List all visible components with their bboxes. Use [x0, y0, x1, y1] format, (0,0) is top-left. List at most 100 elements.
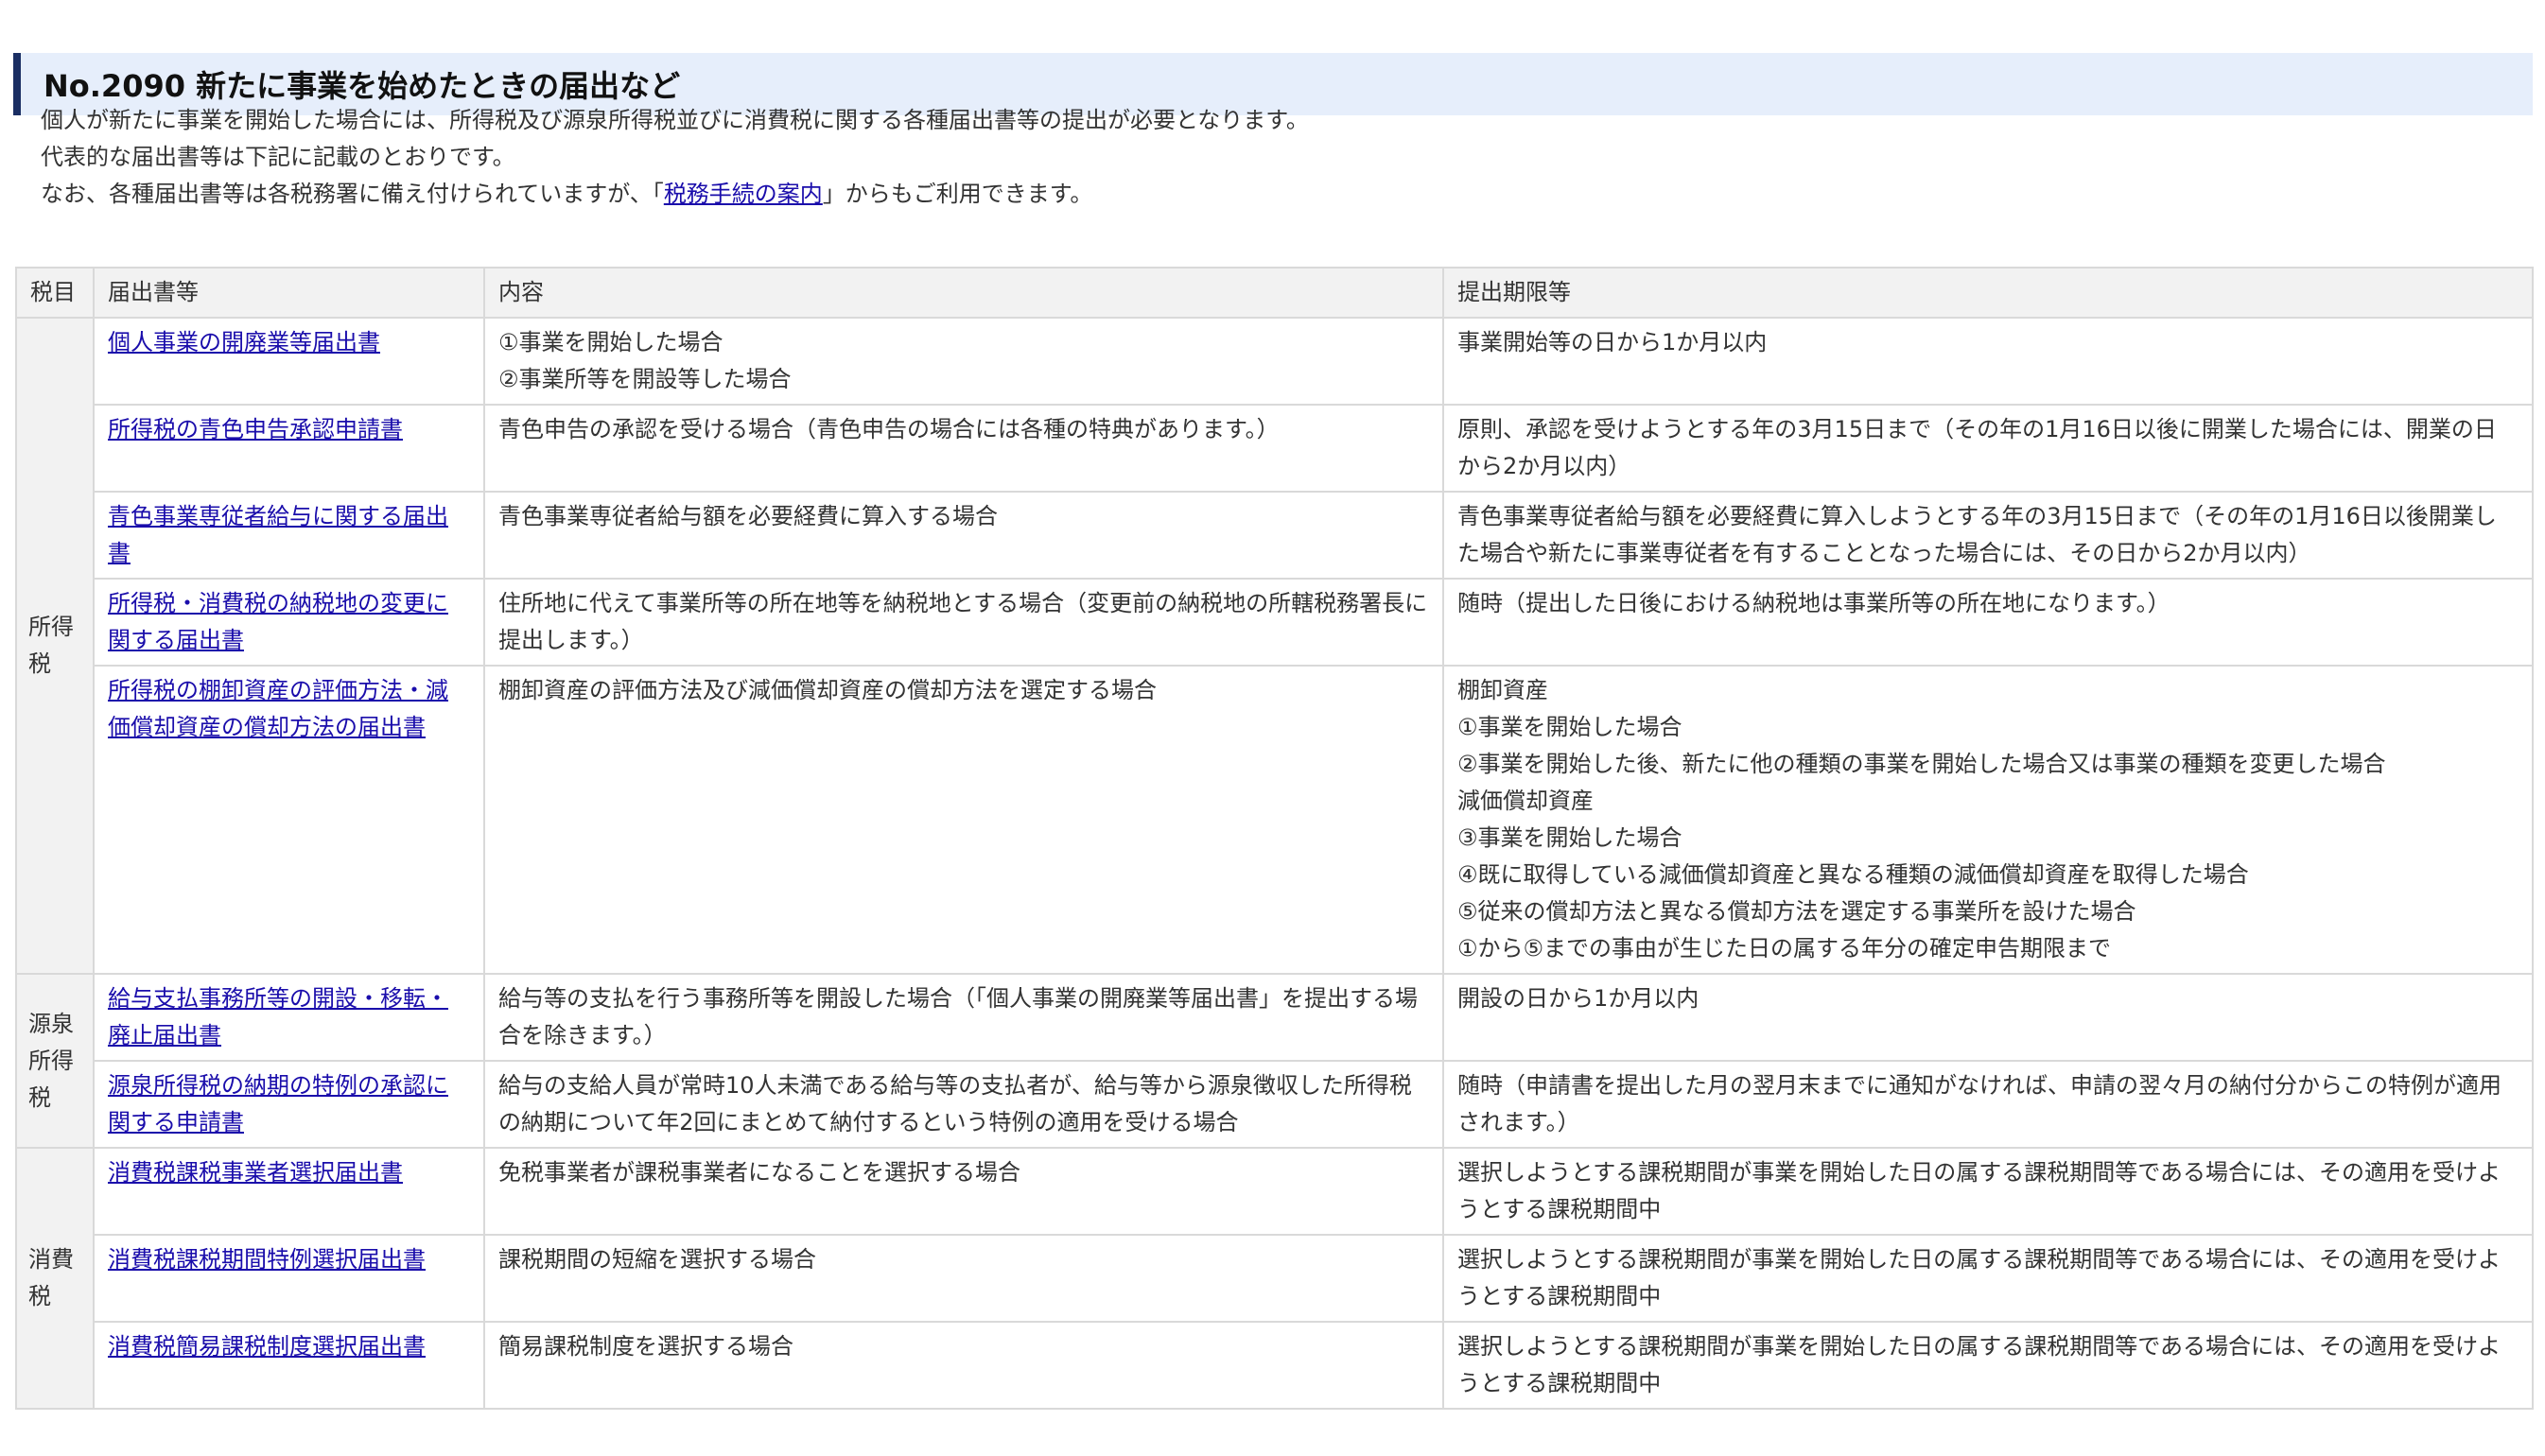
- intro-line: 個人が新たに事業を開始した場合には、所得税及び源泉所得税並びに消費税に関する各種…: [41, 107, 1309, 133]
- form-link[interactable]: 青色事業専従者給与に関する届出書: [108, 503, 448, 566]
- content-cell: ①事業を開始した場合 ②事業所等を開設等した場合: [483, 317, 1444, 406]
- deadline-text: 事業開始等の日から1か月以内: [1457, 329, 1768, 355]
- form-cell: 所得税の棚卸資産の評価方法・減価償却資産の償却方法の届出書: [93, 665, 485, 975]
- form-cell: 所得税・消費税の納税地の変更に関する届出書: [93, 578, 485, 667]
- form-link[interactable]: 消費税課税事業者選択届出書: [108, 1159, 403, 1186]
- table-row: 所得税の棚卸資産の評価方法・減価償却資産の償却方法の届出書 棚卸資産の評価方法及び…: [16, 665, 2534, 975]
- deadline-text: ③事業を開始した場合: [1457, 824, 1682, 851]
- tax-type-cell: 所得税: [15, 317, 95, 975]
- form-cell: 消費税課税事業者選択届出書: [93, 1147, 485, 1236]
- content-text: 免税事業者が課税事業者になることを選択する場合: [498, 1159, 1020, 1186]
- tax-type-label: 所得: [28, 614, 74, 640]
- deadline-text: 随時（申請書を提出した月の翌月末までに通知がなければ、申請の翌々月の納付分からこ…: [1457, 1072, 2501, 1135]
- content-cell: 簡易課税制度を選択する場合: [483, 1321, 1444, 1410]
- content-cell: 棚卸資産の評価方法及び減価償却資産の償却方法を選定する場合: [483, 665, 1444, 975]
- table-row: 消費税消費税課税事業者選択届出書 免税事業者が課税事業者になることを選択する場合選…: [15, 1147, 2534, 1410]
- form-cell: 消費税課税期間特例選択届出書: [93, 1234, 485, 1323]
- deadline-text: 随時（提出した日後における納税地は事業所等の所在地になります。）: [1457, 590, 2170, 616]
- deadline-text: 原則、承認を受けようとする年の3月15日まで（その年の1月16日以後に開業した場…: [1457, 416, 2497, 479]
- deadline-text: 減価償却資産: [1457, 788, 1594, 814]
- header-form: 届出書等: [93, 267, 485, 319]
- deadline-text: ①から⑤までの事由が生じた日の属する年分の確定申告期限まで: [1457, 935, 2112, 962]
- intro-text: 個人が新たに事業を開始した場合には、所得税及び源泉所得税並びに消費税に関する各種…: [41, 102, 2500, 213]
- table-row: 源泉所得税の納期の特例の承認に関する申請書 給与の支給人員が常時10人未満である給…: [16, 1060, 2534, 1149]
- content-cell: 給与等の支払を行う事務所等を開設した場合（「個人事業の開廃業等届出書」を提出する…: [483, 973, 1444, 1062]
- table-row: 消費税課税期間特例選択届出書 課税期間の短縮を選択する場合 選択しようとする課税期間…: [16, 1234, 2534, 1323]
- table-body: 所得税個人事業の開廃業等届出書 ①事業を開始した場合 ②事業所等を開設等した場合 事業…: [15, 317, 2534, 1410]
- intro-line: 代表的な届出書等は下記に記載のとおりです。: [41, 144, 515, 170]
- content-text: 青色事業専従者給与額を必要経費に算入する場合: [498, 503, 998, 529]
- content-text: 課税期間の短縮を選択する場合: [498, 1246, 816, 1273]
- tax-type-label: 税: [28, 650, 51, 677]
- deadline-text: ①事業を開始した場合: [1457, 714, 1682, 740]
- content-cell: 青色申告の承認を受ける場合（青色申告の場合には各種の特典があります。）: [483, 404, 1444, 493]
- deadline-cell: 事業開始等の日から1か月以内: [1442, 317, 2534, 406]
- table-row: 青色事業専従者給与に関する届出書 青色事業専従者給与額を必要経費に算入する場合 青色…: [16, 491, 2534, 580]
- content-text: 給与の支給人員が常時10人未満である給与等の支払者が、給与等から源泉徴収した所得…: [498, 1072, 1412, 1135]
- tax-type-label: 所得: [28, 1047, 74, 1074]
- tax-type-cell: 源泉 所得税: [15, 973, 95, 1149]
- content-text: 簡易課税制度を選択する場合: [498, 1333, 793, 1360]
- content-text: 棚卸資産の評価方法及び減価償却資産の償却方法を選定する場合: [498, 677, 1157, 703]
- deadline-cell: 選択しようとする課税期間が事業を開始した日の属する課税期間等である場合には、その…: [1442, 1234, 2534, 1323]
- table-row: 所得税個人事業の開廃業等届出書 ①事業を開始した場合 ②事業所等を開設等した場合 事業…: [15, 317, 2534, 975]
- tax-type-label: 税: [28, 1283, 51, 1309]
- form-link[interactable]: 消費税課税期間特例選択届出書: [108, 1246, 426, 1273]
- tax-procedures-guide-link[interactable]: 税務手続の案内: [664, 181, 823, 207]
- deadline-text: 選択しようとする課税期間が事業を開始した日の属する課税期間等である場合には、その…: [1457, 1159, 2501, 1222]
- tax-type-label: 消費: [28, 1246, 74, 1273]
- form-cell: 個人事業の開廃業等届出書: [93, 317, 485, 406]
- deadline-text: 青色事業専従者給与額を必要経費に算入しようとする年の3月15日まで（その年の1月…: [1457, 503, 2497, 566]
- content-text: ②事業所等を開設等した場合: [498, 366, 792, 392]
- content-cell: 給与の支給人員が常時10人未満である給与等の支払者が、給与等から源泉徴収した所得…: [483, 1060, 1444, 1149]
- content-cell: 免税事業者が課税事業者になることを選択する場合: [483, 1147, 1444, 1236]
- deadline-text: ⑤従来の償却方法と異なる償却方法を選定する事業所を設けた場合: [1457, 898, 2136, 925]
- form-link[interactable]: 所得税の青色申告承認申請書: [108, 416, 403, 442]
- deadline-cell: 選択しようとする課税期間が事業を開始した日の属する課税期間等である場合には、その…: [1442, 1321, 2534, 1410]
- form-cell: 所得税の青色申告承認申請書: [93, 404, 485, 493]
- content-cell: 課税期間の短縮を選択する場合: [483, 1234, 1444, 1323]
- intro-line: なお、各種届出書等は各税務署に備え付けられていますが、「税務手続の案内」からもご…: [41, 176, 2500, 213]
- form-cell: 消費税簡易課税制度選択届出書: [93, 1321, 485, 1410]
- deadline-text: ②事業を開始した後、新たに他の種類の事業を開始した場合又は事業の種類を変更した場…: [1457, 751, 2386, 777]
- deadline-cell: 随時（提出した日後における納税地は事業所等の所在地になります。）: [1442, 578, 2534, 667]
- intro-text-span: 」からもご利用できます。: [822, 181, 1093, 207]
- content-text: ①事業を開始した場合: [498, 329, 723, 355]
- form-link[interactable]: 所得税・消費税の納税地の変更に関する届出書: [108, 590, 448, 653]
- notification-forms-table: 税目 届出書等 内容 提出期限等 所得税個人事業の開廃業等届出書 ①事業を開始した…: [15, 267, 2534, 1410]
- deadline-text: ④既に取得している減価償却資産と異なる種類の減価償却資産を取得した場合: [1457, 861, 2249, 888]
- deadline-cell: 原則、承認を受けようとする年の3月15日まで（その年の1月16日以後に開業した場…: [1442, 404, 2534, 493]
- form-link[interactable]: 個人事業の開廃業等届出書: [108, 329, 380, 355]
- form-cell: 青色事業専従者給与に関する届出書: [93, 491, 485, 580]
- deadline-cell: 選択しようとする課税期間が事業を開始した日の属する課税期間等である場合には、その…: [1442, 1147, 2534, 1236]
- tax-type-cell: 消費税: [15, 1147, 95, 1410]
- content-text: 給与等の支払を行う事務所等を開設した場合（「個人事業の開廃業等届出書」を提出する…: [498, 985, 1418, 1049]
- content-text: 住所地に代えて事業所等の所在地等を納税地とする場合（変更前の納税地の所轄税務署長…: [498, 590, 1428, 653]
- deadline-text: 選択しようとする課税期間が事業を開始した日の属する課税期間等である場合には、その…: [1457, 1333, 2501, 1396]
- content-cell: 住所地に代えて事業所等の所在地等を納税地とする場合（変更前の納税地の所轄税務署長…: [483, 578, 1444, 667]
- deadline-text: 棚卸資産: [1457, 677, 1548, 703]
- intro-text-span: なお、各種届出書等は各税務署に備え付けられていますが、「: [41, 181, 664, 207]
- deadline-text: 選択しようとする課税期間が事業を開始した日の属する課税期間等である場合には、その…: [1457, 1246, 2501, 1309]
- table-row: 所得税の青色申告承認申請書 青色申告の承認を受ける場合（青色申告の場合には各種の特…: [16, 404, 2534, 493]
- form-link[interactable]: 給与支払事務所等の開設・移転・廃止届出書: [108, 985, 448, 1049]
- tax-type-label: 源泉: [28, 1010, 74, 1037]
- form-link[interactable]: 源泉所得税の納期の特例の承認に関する申請書: [108, 1072, 448, 1135]
- header-content: 内容: [483, 267, 1444, 319]
- form-link[interactable]: 所得税の棚卸資産の評価方法・減価償却資産の償却方法の届出書: [108, 677, 448, 740]
- table-row: 消費税簡易課税制度選択届出書 簡易課税制度を選択する場合 選択しようとする課税期間が…: [16, 1321, 2534, 1410]
- header-deadline: 提出期限等: [1442, 267, 2534, 319]
- deadline-cell: 随時（申請書を提出した月の翌月末までに通知がなければ、申請の翌々月の納付分からこ…: [1442, 1060, 2534, 1149]
- deadline-text: 開設の日から1か月以内: [1457, 985, 1700, 1012]
- content-cell: 青色事業専従者給与額を必要経費に算入する場合: [483, 491, 1444, 580]
- table-row: 所得税・消費税の納税地の変更に関する届出書 住所地に代えて事業所等の所在地等を納税…: [16, 578, 2534, 667]
- table-header-row: 税目 届出書等 内容 提出期限等: [15, 267, 2534, 319]
- table-row: 源泉 所得税給与支払事務所等の開設・移転・廃止届出書 給与等の支払を行う事務所等を開…: [15, 973, 2534, 1149]
- content-text: 青色申告の承認を受ける場合（青色申告の場合には各種の特典があります。）: [498, 416, 1280, 442]
- deadline-cell: 開設の日から1か月以内: [1442, 973, 2534, 1062]
- header-tax-type: 税目: [15, 267, 95, 319]
- form-cell: 給与支払事務所等の開設・移転・廃止届出書: [93, 973, 485, 1062]
- deadline-cell: 青色事業専従者給与額を必要経費に算入しようとする年の3月15日まで（その年の1月…: [1442, 491, 2534, 580]
- tax-type-label: 税: [28, 1083, 51, 1111]
- form-link[interactable]: 消費税簡易課税制度選択届出書: [108, 1333, 426, 1360]
